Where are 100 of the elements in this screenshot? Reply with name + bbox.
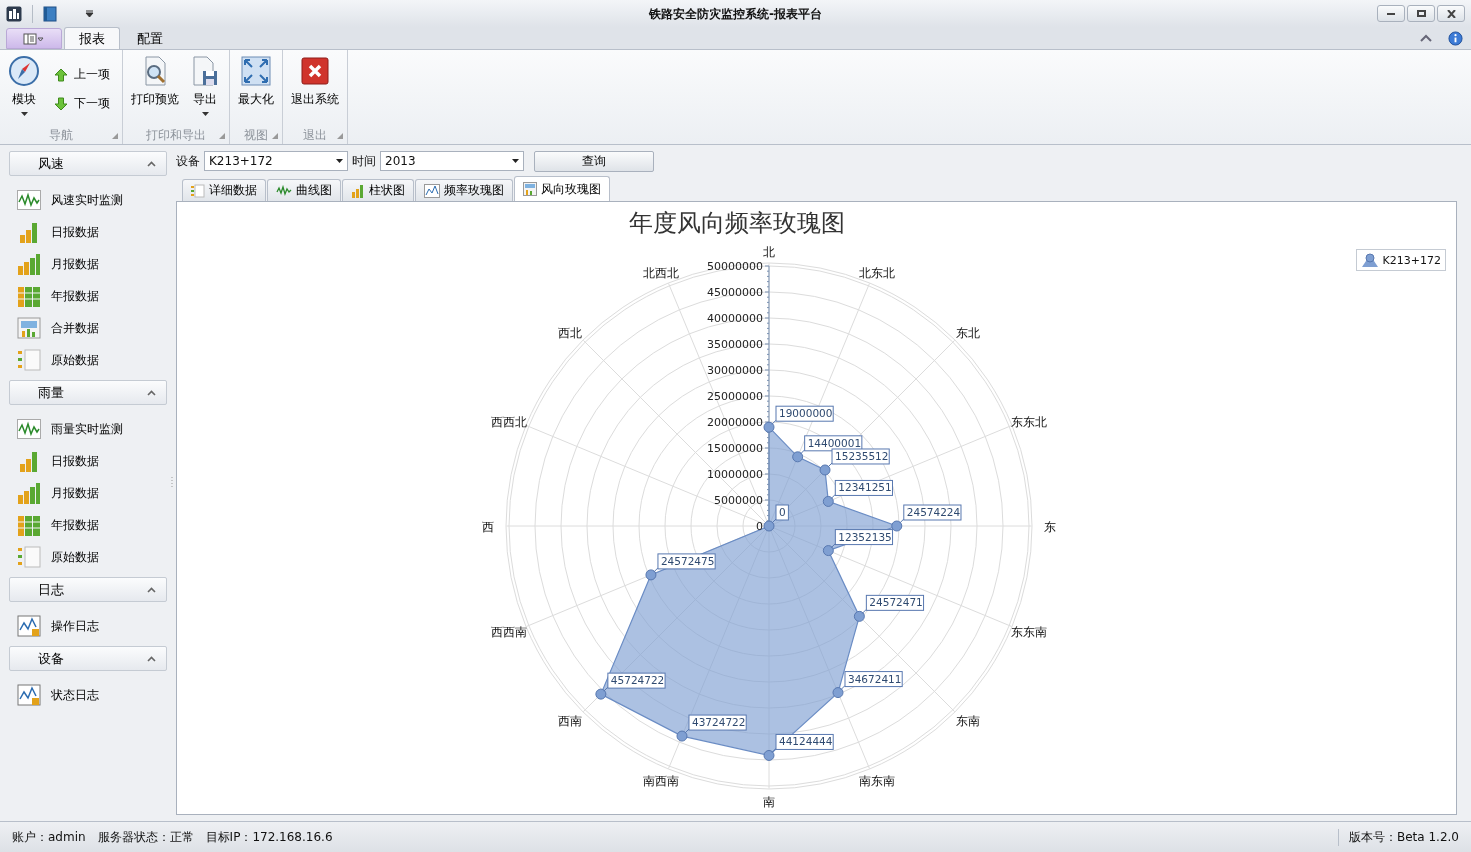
close-button[interactable] bbox=[1437, 5, 1465, 22]
down-arrow-icon bbox=[54, 96, 68, 111]
sidebar-item[interactable]: 原始数据 bbox=[9, 344, 167, 376]
sidebar-item[interactable]: 日报数据 bbox=[9, 216, 167, 248]
direction-label: 东东南 bbox=[1010, 625, 1047, 640]
data-label: 24574224 bbox=[903, 504, 962, 521]
ribbon-button[interactable]: 最大化 bbox=[234, 52, 278, 126]
sidebar-item[interactable]: 合并数据 bbox=[9, 312, 167, 344]
ribbon-button[interactable]: 模块 bbox=[4, 52, 44, 126]
leader-line bbox=[684, 728, 690, 734]
ribbon-tab[interactable]: 报表 bbox=[64, 27, 120, 49]
close-icon bbox=[1446, 9, 1456, 18]
ribbon-button[interactable]: 打印预览 bbox=[127, 52, 183, 126]
legend-label: K213+172 bbox=[1382, 253, 1441, 267]
sidebar-group-header[interactable]: 雨量 bbox=[9, 380, 167, 405]
leader-line bbox=[771, 747, 777, 753]
leader-line bbox=[771, 419, 777, 425]
sidebar-item[interactable]: 日报数据 bbox=[9, 445, 167, 477]
sidebar-group-header[interactable]: 风速 bbox=[9, 151, 167, 176]
collapse-ribbon-icon[interactable] bbox=[1420, 34, 1432, 42]
sidebar-group-header[interactable]: 设备 bbox=[9, 646, 167, 671]
ribbon-button[interactable]: 退出系统 bbox=[287, 52, 343, 126]
sidebar-item[interactable]: 年报数据 bbox=[9, 509, 167, 541]
book-icon[interactable] bbox=[43, 5, 57, 22]
sidebar-item[interactable]: 月报数据 bbox=[9, 248, 167, 280]
direction-label: 东北 bbox=[955, 325, 980, 340]
dropdown-arrow-icon bbox=[201, 112, 209, 116]
device-combobox[interactable]: K213+172 bbox=[204, 151, 348, 171]
minimize-button[interactable] bbox=[1377, 5, 1405, 22]
data-point bbox=[822, 495, 834, 507]
chart-document-icon bbox=[424, 183, 440, 198]
scale-label: 5000000 bbox=[714, 494, 763, 507]
list-icon bbox=[17, 546, 41, 568]
list-icon bbox=[191, 183, 205, 198]
scale-label: 20000000 bbox=[707, 416, 763, 429]
app-menu-button[interactable] bbox=[6, 28, 62, 49]
dropdown-arrow-icon[interactable] bbox=[85, 9, 94, 18]
leader-line bbox=[861, 608, 867, 614]
direction-label: 东东北 bbox=[1010, 414, 1047, 429]
expand-arrows-icon bbox=[240, 55, 272, 87]
account-status: 账户：admin bbox=[12, 828, 86, 846]
sidebar-item[interactable]: 操作日志 bbox=[9, 610, 167, 642]
data-label: 14400001 bbox=[804, 435, 863, 452]
ribbon-tab[interactable]: 配置 bbox=[122, 27, 178, 49]
maximize-icon bbox=[1416, 10, 1426, 17]
bar-chart-icon bbox=[17, 253, 41, 275]
data-label: 45724722 bbox=[607, 672, 666, 689]
data-label: 15235512 bbox=[831, 448, 890, 465]
sidebar-item[interactable]: 月报数据 bbox=[9, 477, 167, 509]
ribbon-button[interactable]: 上一项 bbox=[50, 64, 114, 85]
sidebar-item[interactable]: 年报数据 bbox=[9, 280, 167, 312]
data-point bbox=[853, 610, 865, 622]
bar-chart-icon bbox=[17, 514, 41, 536]
chevron-icon bbox=[147, 389, 156, 396]
compass-icon bbox=[8, 55, 40, 87]
sidebar-item[interactable]: 状态日志 bbox=[9, 679, 167, 711]
leader-line bbox=[827, 462, 833, 468]
query-button[interactable]: 查询 bbox=[534, 150, 654, 172]
leader-line bbox=[603, 686, 609, 692]
dropdown-arrow-icon bbox=[20, 112, 28, 116]
direction-label: 东 bbox=[1044, 520, 1056, 534]
target-ip: 目标IP：172.168.16.6 bbox=[205, 828, 333, 846]
view-tab[interactable]: 详细数据 bbox=[182, 179, 266, 201]
sidebar-item[interactable]: 原始数据 bbox=[9, 541, 167, 573]
view-tab[interactable]: 柱状图 bbox=[342, 179, 414, 201]
leader-line bbox=[830, 493, 836, 499]
view-tab[interactable]: 曲线图 bbox=[267, 179, 341, 201]
leader-line bbox=[830, 543, 836, 549]
sidebar-item[interactable]: 雨量实时监测 bbox=[9, 413, 167, 445]
view-tab[interactable]: 风向玫瑰图 bbox=[514, 176, 610, 201]
scale-label: 25000000 bbox=[707, 390, 763, 403]
data-point bbox=[763, 421, 775, 433]
ribbon-group-label: 导航 bbox=[49, 126, 73, 144]
bar-chart-icon bbox=[351, 183, 365, 198]
scale-label: 45000000 bbox=[707, 286, 763, 299]
leader-line bbox=[653, 567, 659, 573]
ribbon-button[interactable]: 下一项 bbox=[50, 93, 114, 114]
bar-chart-icon bbox=[17, 285, 41, 307]
chart-title: 年度风向频率玫瑰图 bbox=[629, 209, 845, 237]
app-logo-icon[interactable] bbox=[6, 5, 22, 22]
data-point bbox=[645, 569, 657, 581]
up-arrow-icon bbox=[54, 67, 68, 82]
data-point bbox=[792, 451, 804, 463]
data-label: 24572471 bbox=[865, 594, 925, 611]
data-point bbox=[595, 688, 607, 700]
info-icon[interactable] bbox=[1448, 30, 1463, 46]
direction-label: 西北 bbox=[558, 325, 583, 340]
scale-label: 0 bbox=[756, 520, 763, 533]
direction-label: 北东北 bbox=[858, 265, 895, 280]
minimize-icon bbox=[1387, 12, 1395, 15]
version-label: 版本号：Beta 1.2.0 bbox=[1337, 828, 1459, 846]
view-tab[interactable]: 频率玫瑰图 bbox=[415, 179, 513, 201]
maximize-button[interactable] bbox=[1407, 5, 1435, 22]
field-label: 设备 bbox=[176, 152, 200, 170]
ribbon-button[interactable]: 导出 bbox=[185, 52, 225, 126]
direction-label: 北 bbox=[763, 245, 775, 259]
dropdown-arrow-icon bbox=[336, 159, 343, 163]
sidebar-group-header[interactable]: 日志 bbox=[9, 577, 167, 602]
year-combobox[interactable]: 2013 bbox=[380, 151, 524, 171]
sidebar-item[interactable]: 风速实时监测 bbox=[9, 184, 167, 216]
